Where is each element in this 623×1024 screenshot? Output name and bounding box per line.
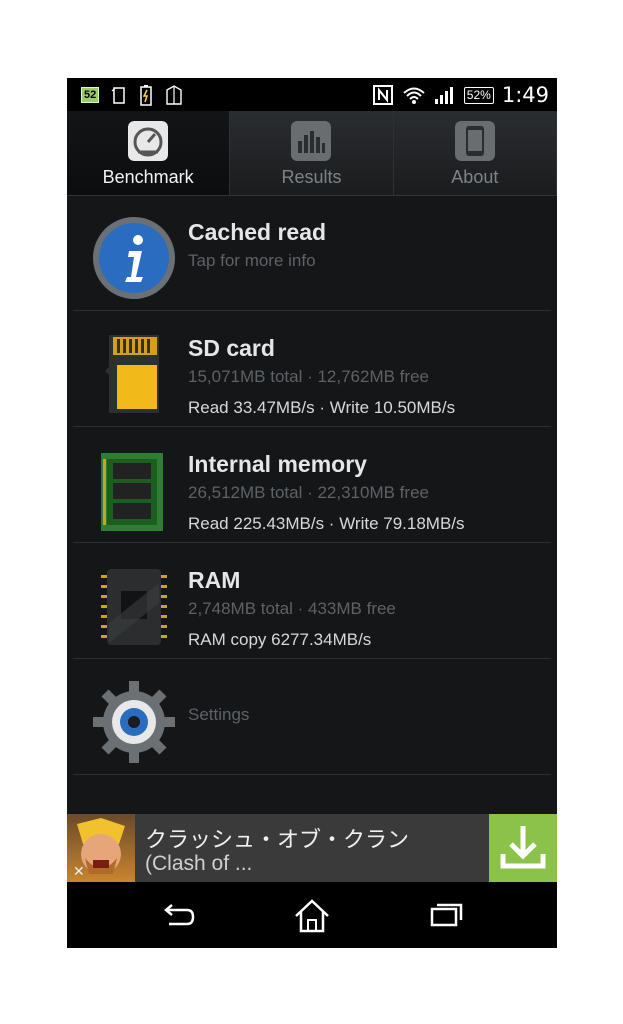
tab-label: Benchmark (102, 167, 194, 187)
tab-label: About (451, 167, 499, 187)
item-subtitle: Settings (188, 705, 250, 724)
list-item-sd-card[interactable]: SD card 15,071MB total · 12,762MB free R… (73, 311, 551, 427)
info-icon (93, 217, 175, 299)
item-speed: Read 225.43MB/s · Write 79.18MB/s (188, 514, 465, 533)
battery-charging-icon (140, 85, 152, 106)
back-icon[interactable] (157, 896, 197, 936)
wifi-icon (403, 87, 425, 104)
tab-bar: Benchmark Results About (67, 111, 557, 196)
item-speed: RAM copy 6277.34MB/s (188, 630, 372, 649)
gear-icon (93, 681, 175, 763)
phone-screen: 52 52% 1:49 Benchmark Results About Cach… (67, 78, 557, 948)
status-right: 52% 1:49 (372, 82, 549, 108)
item-subtitle: 2,748MB total · 433MB free (188, 599, 396, 618)
item-title: RAM (188, 567, 241, 593)
status-bar: 52 52% 1:49 (67, 78, 557, 111)
ad-subtitle: (Clash of ... (145, 852, 253, 875)
status-left: 52 (81, 83, 183, 107)
signal-icon (434, 87, 453, 104)
tab-benchmark[interactable]: Benchmark (67, 111, 231, 195)
notification-badge: 52 (81, 87, 100, 103)
sd-card-icon (105, 335, 159, 413)
nfc-icon (372, 85, 393, 105)
bar-chart-icon (291, 121, 332, 161)
speedometer-icon (128, 121, 169, 161)
tab-about[interactable]: About (394, 111, 557, 195)
benchmark-list: Cached read Tap for more info SD card 15… (67, 195, 557, 775)
navigation-bar (67, 882, 557, 948)
ad-download-button[interactable] (489, 814, 557, 882)
item-title: Cached read (188, 219, 327, 245)
ad-close-button[interactable]: ✕ (73, 863, 85, 880)
recent-apps-icon[interactable] (427, 896, 467, 936)
item-title: Internal memory (188, 451, 367, 477)
home-icon[interactable] (292, 896, 332, 936)
ad-title: クラッシュ・オブ・クラン (145, 828, 410, 853)
list-item-ram[interactable]: RAM 2,748MB total · 433MB free RAM copy … (73, 543, 551, 659)
tab-label: Results (281, 167, 342, 187)
list-item-settings[interactable]: Settings (73, 659, 551, 775)
screen-rotate-icon (111, 87, 125, 104)
tab-results[interactable]: Results (230, 111, 394, 195)
ad-thumbnail: ✕ (67, 814, 135, 882)
item-subtitle: 15,071MB total · 12,762MB free (188, 367, 429, 386)
battery-level: 52% (463, 86, 494, 104)
ad-banner[interactable]: ✕ クラッシュ・オブ・クラン (Clash of ... (67, 814, 557, 882)
list-item-internal-memory[interactable]: Internal memory 26,512MB total · 22,310M… (73, 427, 551, 543)
storage-icon (166, 85, 182, 105)
item-subtitle: Tap for more info (188, 251, 316, 270)
item-subtitle: 26,512MB total · 22,310MB free (188, 483, 429, 502)
memory-chip-icon (101, 453, 163, 531)
list-item-cached-read[interactable]: Cached read Tap for more info (73, 195, 551, 311)
ram-chip-icon (101, 569, 167, 645)
download-icon (500, 826, 546, 869)
item-speed: Read 33.47MB/s · Write 10.50MB/s (188, 398, 456, 417)
clock: 1:49 (501, 83, 549, 107)
item-title: SD card (188, 335, 275, 361)
phone-icon (454, 121, 495, 161)
